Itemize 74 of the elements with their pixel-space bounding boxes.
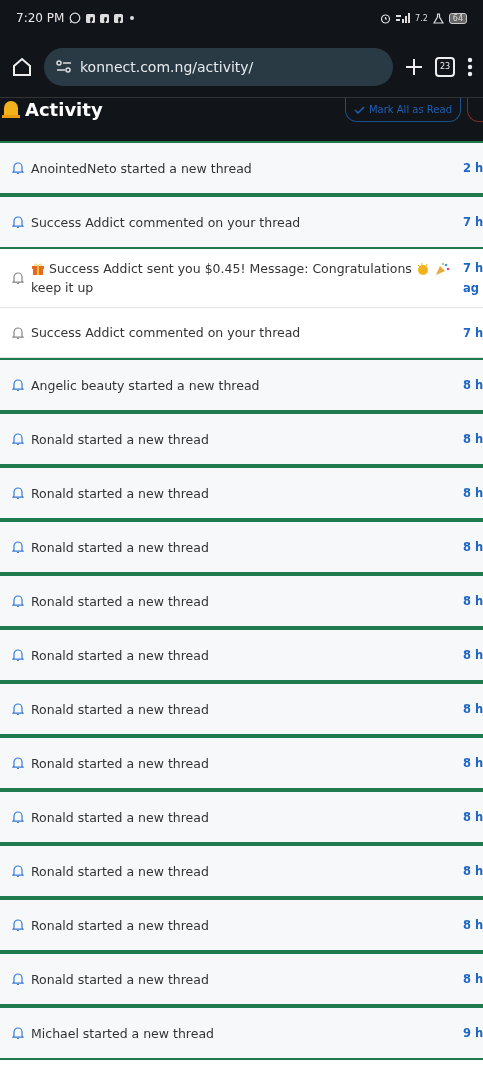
page-title: Activity bbox=[25, 99, 103, 120]
notification-text: Ronald started a new thread bbox=[31, 485, 210, 501]
notification-text: Ronald started a new thread bbox=[31, 431, 210, 447]
flask-icon bbox=[432, 12, 444, 24]
check-icon bbox=[353, 105, 365, 114]
notification-time: 7 h bbox=[463, 215, 483, 229]
notification-item[interactable]: Angelic beauty started a new thread 8 h bbox=[0, 358, 483, 412]
notification-text: Ronald started a new thread bbox=[31, 809, 210, 825]
notification-text: Michael started a new thread bbox=[31, 1025, 215, 1041]
notification-text: Success Addict sent you $0.45! Message: Congratulations bbox=[49, 261, 412, 276]
notification-text: Angelic beauty started a new thread bbox=[31, 377, 261, 393]
notification-item[interactable]: Ronald started a new thread 8 h bbox=[0, 844, 483, 898]
social-app-icon bbox=[114, 13, 124, 23]
notification-text: Ronald started a new thread bbox=[31, 593, 210, 609]
notification-time: 8 h bbox=[463, 432, 483, 446]
menu-icon[interactable] bbox=[467, 56, 473, 77]
address-bar[interactable]: konnect.com.ng/activity/ bbox=[44, 47, 393, 86]
notification-item[interactable]: Ronald started a new thread 8 h bbox=[0, 412, 483, 466]
notification-text: Ronald started a new thread bbox=[31, 755, 210, 771]
notification-item[interactable]: Success Addict commented on your thread 7 h bbox=[0, 195, 483, 249]
chat-bubble-icon bbox=[69, 12, 82, 24]
notification-text: Ronald started a new thread bbox=[31, 701, 210, 717]
notification-item[interactable]: Ronald started a new thread 8 h bbox=[0, 952, 483, 1006]
notification-text: Ronald started a new thread bbox=[31, 539, 210, 555]
notification-item[interactable]: Michael started a new thread 9 h bbox=[0, 1006, 483, 1060]
notification-time: 8 h bbox=[463, 918, 483, 932]
notification-item[interactable]: Ronald started a new thread 8 h bbox=[0, 628, 483, 682]
notification-text: Ronald started a new thread bbox=[31, 647, 210, 663]
party-popper-icon bbox=[434, 261, 450, 276]
notification-text: Ronald started a new thread bbox=[31, 971, 210, 987]
notification-time: 7 h bbox=[463, 325, 483, 340]
notification-time: 8 h bbox=[463, 594, 483, 608]
site-settings-icon[interactable] bbox=[56, 59, 72, 74]
network-speed: 7.2 bbox=[415, 13, 428, 23]
bell-icon bbox=[1, 99, 21, 119]
dot-icon bbox=[128, 14, 137, 22]
notification-text: Ronald started a new thread bbox=[31, 917, 210, 933]
notification-time: 7 h bbox=[463, 261, 483, 275]
clock-time: 7:20 PM bbox=[16, 11, 65, 25]
home-icon[interactable] bbox=[12, 56, 32, 77]
tab-switcher-button[interactable]: 23 bbox=[435, 56, 455, 77]
notification-item[interactable]: Ronald started a new thread 8 h bbox=[0, 736, 483, 790]
social-app-icon bbox=[100, 13, 110, 23]
notification-time: 9 h bbox=[463, 1026, 483, 1040]
notification-time: 8 h bbox=[463, 864, 483, 878]
battery-level: 64 bbox=[448, 12, 467, 24]
notification-item[interactable]: Ronald started a new thread 8 h bbox=[0, 574, 483, 628]
notification-time: 8 h bbox=[463, 540, 483, 554]
notification-item[interactable]: Ronald started a new thread 8 h bbox=[0, 898, 483, 952]
gift-icon bbox=[31, 261, 45, 276]
notification-time: 2 h bbox=[463, 161, 483, 175]
notification-time: 8 h bbox=[463, 378, 483, 392]
notification-item[interactable]: Ronald started a new thread 8 h bbox=[0, 520, 483, 574]
notification-time: 8 h bbox=[463, 648, 483, 662]
notification-item[interactable]: Ronald started a new thread 8 h bbox=[0, 790, 483, 844]
signal-icon bbox=[396, 13, 411, 23]
notification-time: 8 h bbox=[463, 486, 483, 500]
notification-time: 8 h bbox=[463, 702, 483, 716]
notification-time: 8 h bbox=[463, 756, 483, 770]
new-tab-icon[interactable] bbox=[405, 57, 423, 76]
notification-item[interactable]: Ronald started a new thread 8 h bbox=[0, 682, 483, 736]
notification-time: 8 h bbox=[463, 810, 483, 824]
notification-text: AnointedNeto started a new thread bbox=[31, 160, 253, 176]
notification-item[interactable]: Ronald started a new thread 8 h bbox=[0, 466, 483, 520]
notification-text: Success Addict commented on your thread bbox=[31, 325, 302, 340]
notification-item[interactable]: AnointedNeto started a new thread 2 h bbox=[0, 141, 483, 195]
notification-text: Success Addict commented on your thread bbox=[31, 214, 302, 230]
notification-text: Ronald started a new thread bbox=[31, 863, 210, 879]
notification-time: 8 h bbox=[463, 972, 483, 986]
alarm-icon bbox=[380, 12, 392, 24]
notification-time: ag bbox=[463, 281, 480, 295]
notification-text: keep it up bbox=[31, 280, 95, 295]
social-app-icon bbox=[86, 13, 96, 23]
url-text: konnect.com.ng/activity/ bbox=[80, 58, 254, 75]
